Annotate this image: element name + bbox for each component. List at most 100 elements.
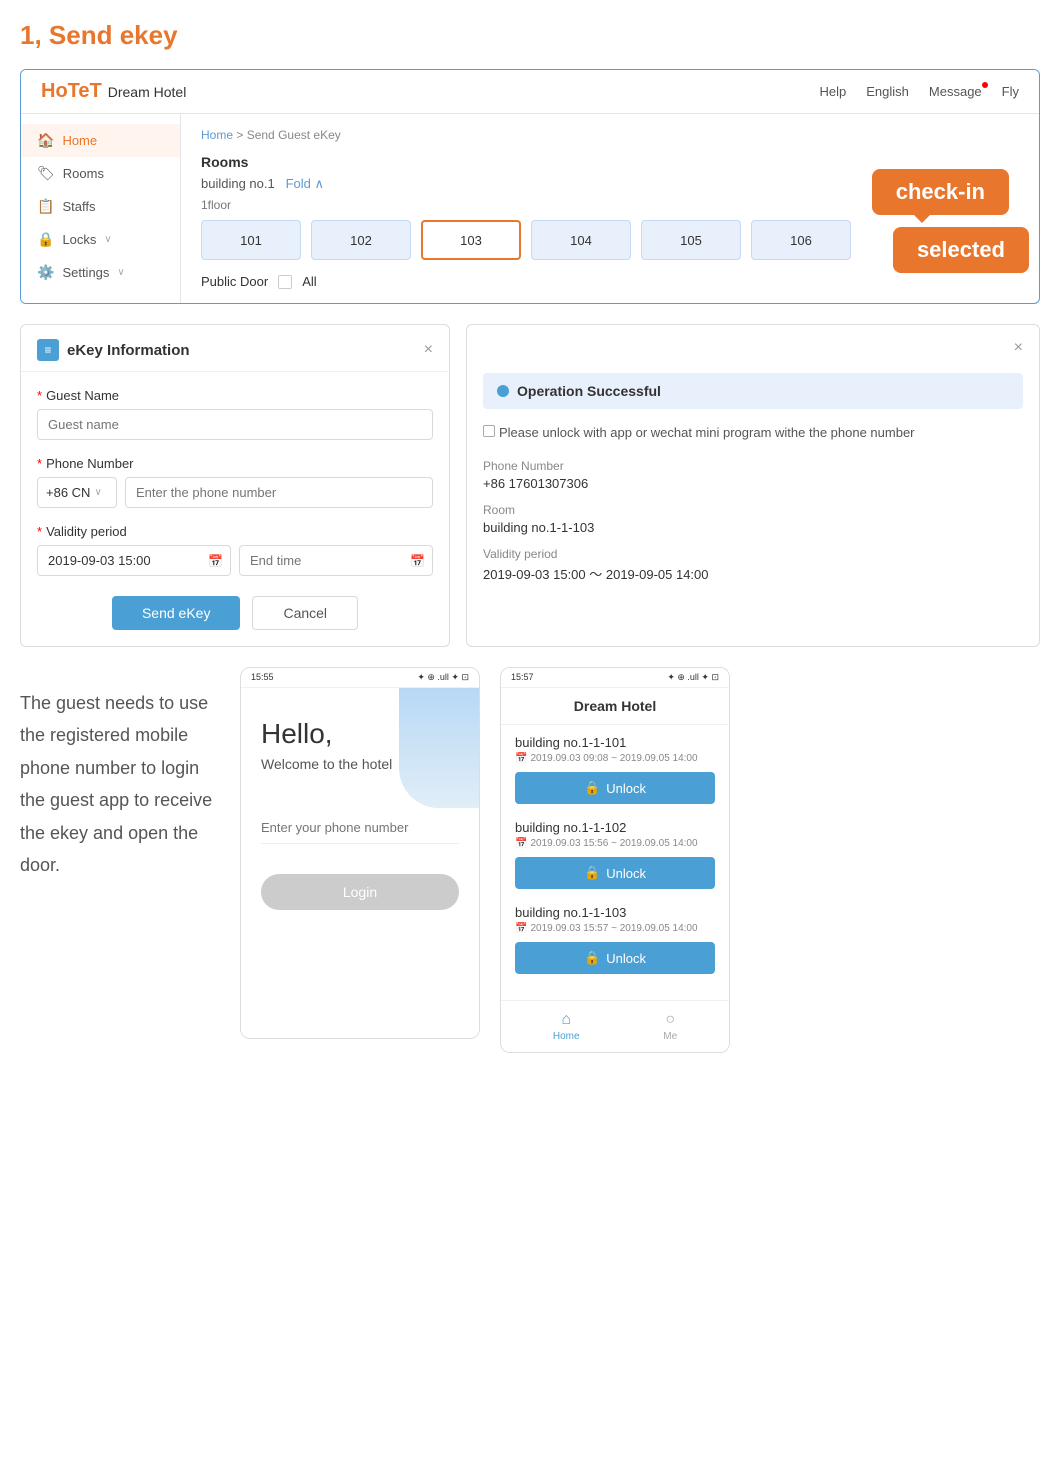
phone-number-input[interactable] [125, 477, 433, 508]
success-validity-value: 2019-09-03 15:00 ～ 2019-09-05 14:00 [483, 564, 1023, 583]
logo-icon: HoTeT [41, 80, 102, 103]
ekey-modal: ≡ eKey Information × * Guest Name * Phon… [20, 324, 450, 647]
room-101[interactable]: 101 [201, 220, 301, 260]
calendar-icon-0: 📅 [515, 753, 527, 764]
ekey-status-icons: ✦ ⊕ .ull ✦ ⊡ [667, 672, 719, 683]
room-102[interactable]: 102 [311, 220, 411, 260]
nav-help[interactable]: Help [820, 84, 847, 99]
room-105[interactable]: 105 [641, 220, 741, 260]
guest-name-input[interactable] [37, 409, 433, 440]
success-room-label: Room [483, 503, 1023, 517]
sidebar-locks-label: Locks [62, 232, 96, 247]
phone-required: * [37, 456, 42, 471]
end-date-input[interactable] [239, 545, 433, 576]
sidebar-item-rooms[interactable]: 🏷 Rooms [21, 157, 180, 190]
start-date-input[interactable] [37, 545, 231, 576]
login-button[interactable]: Login [261, 874, 459, 910]
staffs-icon: 📋 [37, 198, 54, 215]
nav-fly[interactable]: Fly [1002, 84, 1019, 99]
hotel-body: 🏠 Home 🏷 Rooms 📋 Staffs 🔒 Locks ∨ ⚙️ Set… [21, 114, 1039, 303]
mobile-section: The guest needs to use the registered mo… [20, 667, 1040, 1053]
lock-icon-0: 🔒 [584, 780, 600, 796]
ekey-date-2: 📅 2019.09.03 15:57 ~ 2019.09.05 14:00 [515, 923, 715, 934]
success-dot [497, 385, 509, 397]
end-date-wrap: 📅 [239, 545, 433, 576]
login-phone-body: Hello, Welcome to the hotel Login [241, 688, 479, 1038]
success-panel-header: × [467, 325, 1039, 357]
bottom-nav-me[interactable]: ○ Me [663, 1011, 677, 1042]
sidebar-item-staffs[interactable]: 📋 Staffs [21, 190, 180, 223]
me-nav-label: Me [663, 1031, 677, 1042]
phone-prefix-chevron-icon: ∨ [94, 487, 101, 498]
calendar-icon-1: 📅 [515, 838, 527, 849]
list-item: building no.1-1-103 📅 2019.09.03 15:57 ~… [515, 905, 715, 974]
sidebar-item-settings[interactable]: ⚙️ Settings ∨ [21, 256, 180, 289]
sidebar-settings-label: Settings [62, 265, 109, 280]
ekey-panel-header: ≡ eKey Information × [21, 325, 449, 372]
checkin-callout: check-in [872, 169, 1009, 215]
success-phone-label: Phone Number [483, 459, 1023, 473]
sidebar-item-locks[interactable]: 🔒 Locks ∨ [21, 223, 180, 256]
notice-checkbox [483, 425, 495, 437]
breadcrumb-home[interactable]: Home [201, 128, 233, 142]
ekey-phone-screen: 15:57 ✦ ⊕ .ull ✦ ⊡ Dream Hotel building … [500, 667, 730, 1053]
date-row: 📅 📅 [37, 545, 433, 576]
breadcrumb-current: Send Guest eKey [247, 128, 341, 142]
sidebar-rooms-label: Rooms [63, 166, 104, 181]
phone-row: +86 CN ∨ [37, 477, 433, 508]
all-checkbox[interactable] [278, 275, 292, 289]
phone-label: * Phone Number [37, 456, 433, 471]
page-title: 1, Send ekey [20, 20, 1040, 51]
settings-chevron-icon: ∨ [117, 267, 124, 278]
notice-text: Please unlock with app or wechat mini pr… [499, 423, 915, 443]
settings-icon: ⚙️ [37, 264, 54, 281]
list-item: building no.1-1-102 📅 2019.09.03 15:56 ~… [515, 820, 715, 889]
bottom-nav-home[interactable]: ⌂ Home [553, 1011, 580, 1042]
ekey-panel-body: * Guest Name * Phone Number +86 CN ∨ [21, 372, 449, 646]
login-status-bar: 15:55 ✦ ⊕ .ull ✦ ⊡ [241, 668, 479, 688]
list-item: building no.1-1-101 📅 2019.09.03 09:08 ~… [515, 735, 715, 804]
start-date-wrap: 📅 [37, 545, 231, 576]
hotel-logo: HoTeT Dream Hotel [41, 80, 186, 103]
nav-language[interactable]: English [866, 84, 909, 99]
sidebar-item-home[interactable]: 🏠 Home [21, 124, 180, 157]
checkin-callout-box: check-in [872, 169, 1009, 215]
nav-message[interactable]: Message [929, 84, 982, 99]
send-ekey-button[interactable]: Send eKey [112, 596, 241, 630]
public-door-label: Public Door [201, 274, 268, 289]
room-103[interactable]: 103 [421, 220, 521, 260]
success-panel-body: Operation Successful Please unlock with … [467, 357, 1039, 611]
message-badge [982, 82, 988, 88]
phone-prefix-select[interactable]: +86 CN ∨ [37, 477, 117, 508]
cancel-button[interactable]: Cancel [252, 596, 358, 630]
ekey-room-name-2: building no.1-1-103 [515, 905, 715, 920]
unlock-button-0[interactable]: 🔒 Unlock [515, 772, 715, 804]
mobile-desc: The guest needs to use the registered mo… [20, 667, 220, 881]
login-phone-input[interactable] [261, 812, 459, 844]
unlock-button-2[interactable]: 🔒 Unlock [515, 942, 715, 974]
success-phone-value: +86 17601307306 [483, 476, 1023, 491]
start-date-calendar-icon: 📅 [208, 554, 223, 568]
operation-success-text: Operation Successful [517, 383, 661, 399]
hotel-sidebar: 🏠 Home 🏷 Rooms 📋 Staffs 🔒 Locks ∨ ⚙️ Set… [21, 114, 181, 303]
login-status-icons: ✦ ⊕ .ull ✦ ⊡ [417, 672, 469, 683]
room-106[interactable]: 106 [751, 220, 851, 260]
success-panel: × Operation Successful Please unlock wit… [466, 324, 1040, 647]
locks-chevron-icon: ∨ [104, 234, 111, 245]
unlock-button-1[interactable]: 🔒 Unlock [515, 857, 715, 889]
home-icon: 🏠 [37, 132, 54, 149]
guest-name-group: * Guest Name [37, 388, 433, 440]
phone-prefix-value: +86 CN [46, 485, 90, 500]
fold-button[interactable]: Fold ∧ [286, 176, 324, 191]
hotel-header: HoTeT Dream Hotel Help English Message F… [21, 70, 1039, 114]
success-close-button[interactable]: × [1014, 339, 1023, 357]
validity-group: * Validity period 📅 📅 [37, 524, 433, 576]
ekey-close-button[interactable]: × [424, 341, 433, 359]
breadcrumb: Home > Send Guest eKey [201, 128, 1019, 142]
ekey-room-name-1: building no.1-1-102 [515, 820, 715, 835]
ekey-room-name-0: building no.1-1-101 [515, 735, 715, 750]
hotel-nav: Help English Message Fly [820, 84, 1019, 99]
room-104[interactable]: 104 [531, 220, 631, 260]
locks-icon: 🔒 [37, 231, 54, 248]
calendar-icon-2: 📅 [515, 923, 527, 934]
